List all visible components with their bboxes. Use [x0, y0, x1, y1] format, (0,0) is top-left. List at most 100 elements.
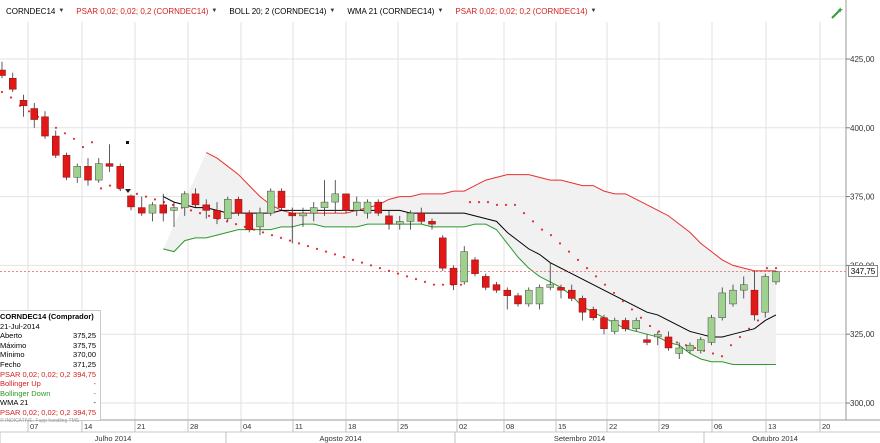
candle-body — [213, 210, 221, 219]
info-row: Máximo 375,75 — [0, 341, 100, 351]
psar-dot — [513, 203, 517, 206]
candle-body — [245, 212, 253, 230]
psar-dot — [459, 283, 463, 286]
psar-dot — [99, 187, 103, 190]
x-tick-label: 20 — [822, 422, 830, 431]
psar-dot — [315, 247, 319, 250]
psar-dot — [198, 212, 202, 215]
ohlc-info-panel: CORNDEC14 (Comprador) 21-Jul-2014 Aberto… — [0, 310, 101, 421]
psar-dot — [342, 256, 346, 259]
info-date: 21-Jul-2014 — [0, 321, 40, 331]
candle — [492, 281, 501, 293]
x-tick-label: 29 — [661, 422, 669, 431]
month-label: Outubro 2014 — [752, 434, 798, 443]
info-row-label: PSAR 0,02; 0,02; 0,2 — [0, 407, 71, 417]
info-row-label: Bollinger Up — [0, 379, 41, 389]
candle — [224, 196, 232, 222]
psar-dot — [90, 141, 94, 144]
candle-body — [41, 116, 49, 137]
psar-dot — [711, 352, 715, 355]
candle-body — [310, 207, 318, 214]
candle-body — [19, 100, 28, 107]
candle-body — [546, 284, 554, 288]
candle — [406, 210, 415, 230]
psar-dot — [396, 272, 400, 275]
candle-body — [449, 267, 458, 285]
candle — [342, 193, 350, 214]
candle-body — [331, 193, 339, 203]
candle-body — [342, 193, 350, 211]
candle-body — [396, 221, 404, 225]
psar-dot — [504, 203, 508, 206]
candle — [525, 287, 533, 307]
psar-dot — [252, 228, 256, 231]
psar-dot — [738, 335, 742, 339]
candle — [449, 265, 458, 291]
info-row-value: 375,75 — [73, 340, 96, 350]
psar-dot — [522, 212, 526, 215]
info-row-value: 370,00 — [73, 350, 96, 360]
psar-dot — [414, 278, 418, 281]
psar-dot — [279, 236, 283, 239]
candle-body — [277, 190, 286, 208]
info-row-label: PSAR 0,02; 0,02; 0,2 — [0, 369, 71, 379]
psar-dot — [549, 234, 553, 237]
psar-dot — [189, 209, 193, 212]
candle-body — [589, 309, 597, 318]
psar-dot — [495, 203, 499, 206]
candle — [95, 158, 103, 183]
candle — [643, 334, 651, 346]
candle-body — [503, 289, 511, 296]
candle-body — [288, 212, 296, 217]
candle-body — [62, 155, 71, 178]
psar-dot — [108, 184, 112, 187]
x-tick-label: 06 — [714, 422, 722, 431]
candle-body — [535, 287, 544, 305]
x-tick-label: 22 — [609, 422, 617, 431]
psar-dot — [468, 201, 472, 204]
candle-body — [406, 212, 415, 222]
psar-dot — [693, 346, 697, 350]
info-row: Bollinger Up - — [0, 379, 100, 389]
candle-body — [750, 289, 759, 316]
candle — [0, 61, 6, 79]
candle-body — [492, 284, 501, 291]
psar-dot — [675, 341, 679, 344]
price-chart[interactable]: 300,00325,00350,00375,00400,00425,000714… — [0, 0, 880, 443]
psar-dot — [270, 234, 274, 237]
candle-body — [471, 259, 479, 274]
candle — [535, 284, 544, 310]
info-row-value: 371,25 — [73, 359, 96, 369]
candle-body — [374, 201, 382, 214]
psar-dot — [81, 145, 85, 149]
candle-body — [439, 237, 447, 269]
info-row: PSAR 0,02; 0,02; 0,2 394,75 — [0, 370, 100, 380]
psar-dot — [54, 126, 58, 129]
candle — [578, 295, 587, 321]
psar-dot — [234, 223, 238, 226]
info-row-label: Aberto — [0, 331, 23, 341]
candle — [127, 194, 135, 211]
candle — [277, 188, 286, 211]
candle — [41, 111, 49, 139]
psar-dot — [603, 283, 607, 286]
psar-dot — [621, 300, 625, 303]
candle — [19, 94, 28, 117]
x-tick-label: 25 — [400, 422, 408, 431]
candle-body — [707, 317, 716, 343]
candle-body — [84, 166, 92, 181]
info-row-value: 394,75 — [73, 369, 96, 379]
candle-body — [643, 339, 651, 343]
psar-dot — [387, 269, 391, 273]
candle-body — [73, 166, 81, 178]
info-row: WMA 21 - — [0, 398, 100, 408]
candle-body — [105, 163, 114, 167]
info-row-label: Fecho — [0, 359, 21, 369]
candle — [245, 210, 253, 233]
info-row-value: 375,25 — [73, 331, 96, 341]
candle-body — [460, 251, 468, 283]
info-row-label: WMA 21 — [0, 398, 29, 408]
candle-body — [148, 204, 157, 214]
candle — [52, 130, 60, 159]
info-row-value: - — [93, 398, 97, 408]
